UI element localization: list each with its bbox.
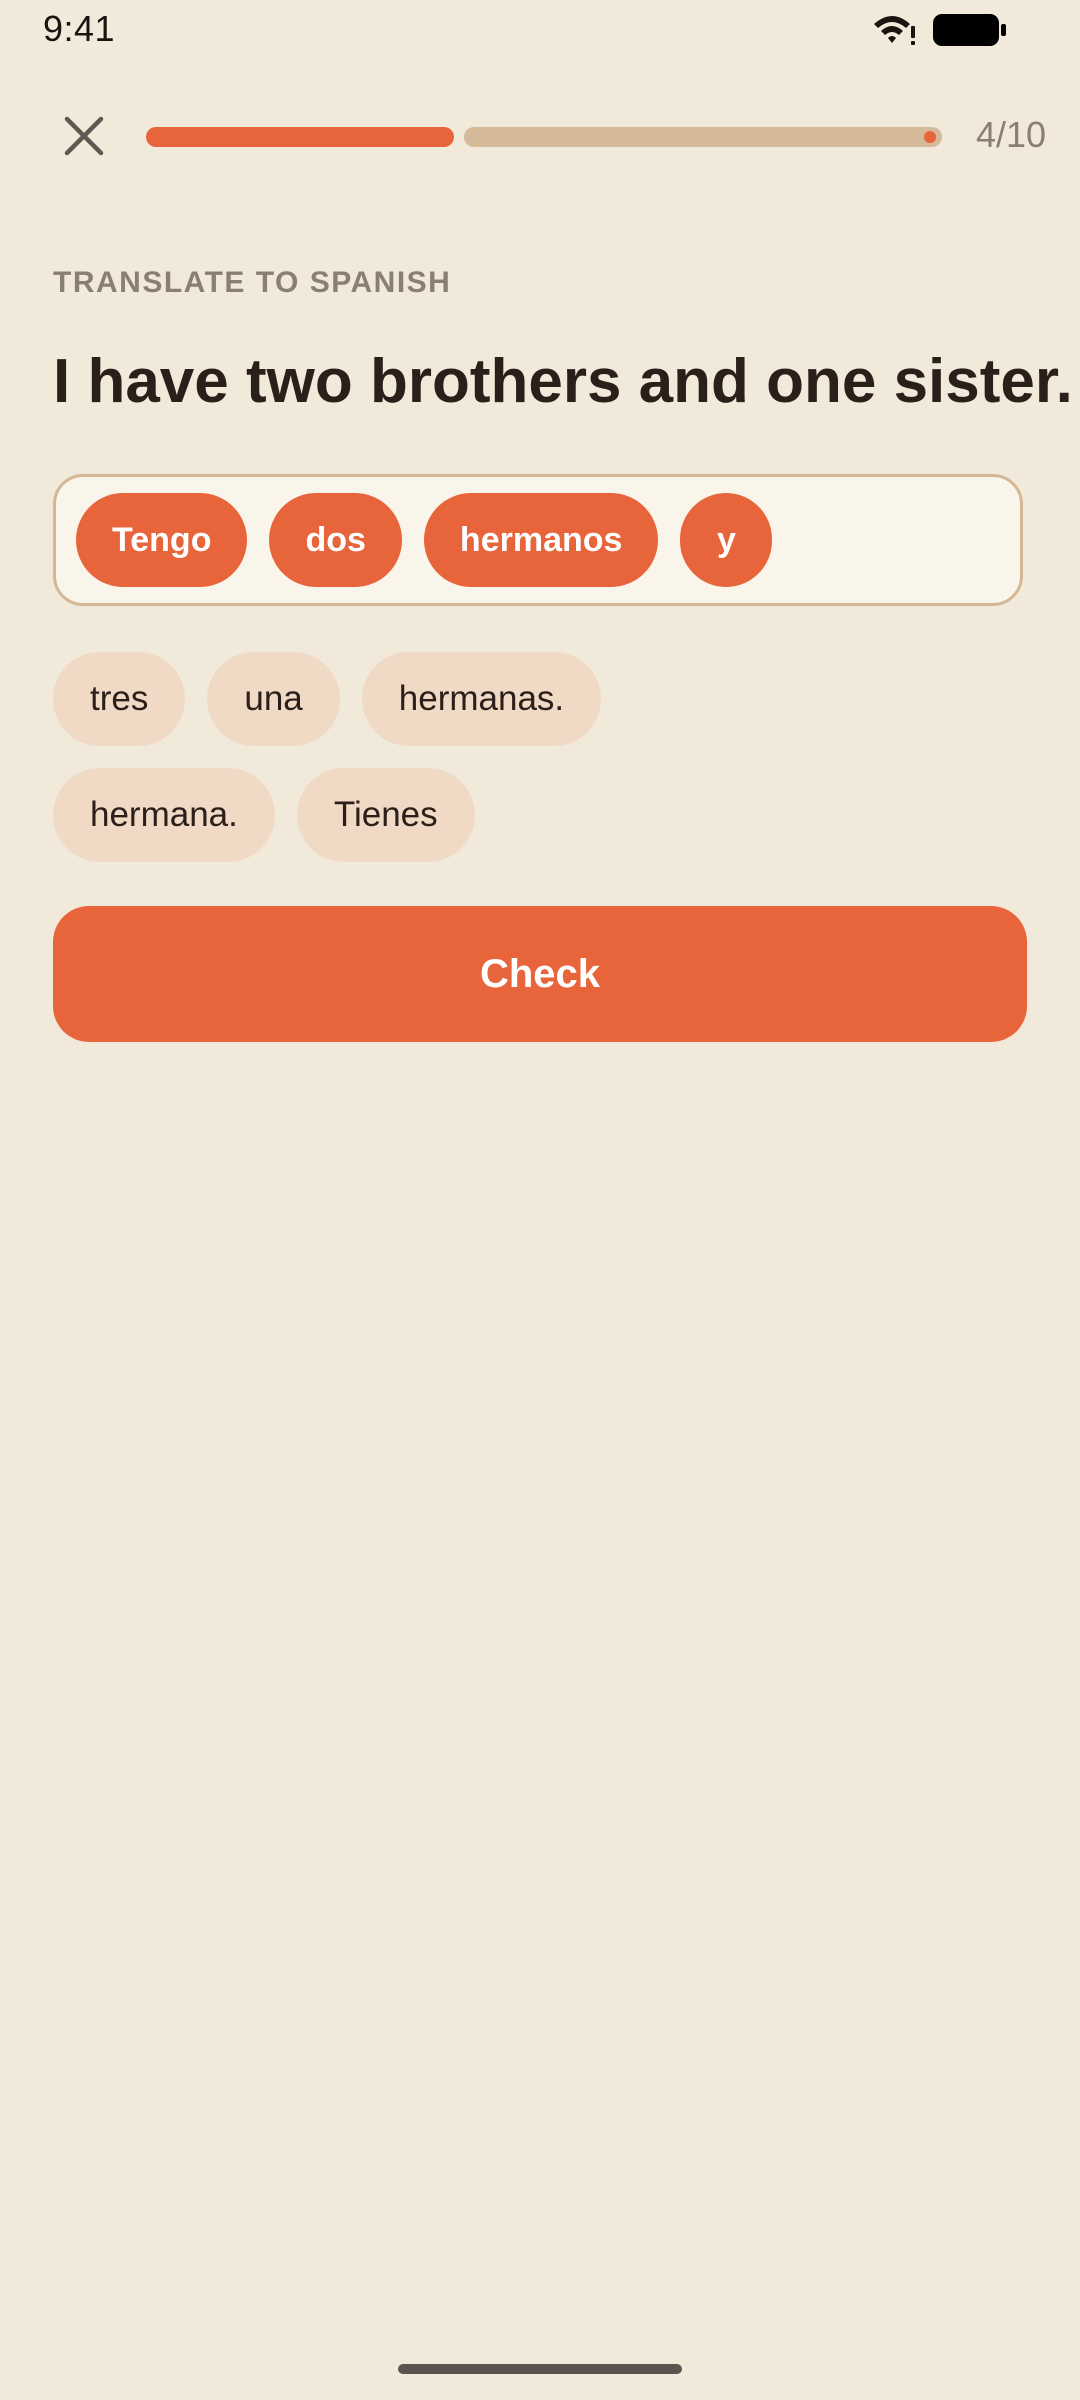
source-sentence: I have two brothers and one sister. — [53, 347, 1073, 416]
word-bank-chip[interactable]: una — [207, 652, 340, 746]
close-icon — [64, 116, 104, 156]
word-bank-chip[interactable]: Tienes — [296, 768, 475, 862]
answer-area[interactable]: Tengo dos hermanos y — [53, 474, 1023, 606]
word-bank-chip[interactable]: tres — [53, 652, 186, 746]
selected-word-chip[interactable]: dos — [269, 493, 402, 587]
selected-word-chip[interactable]: hermanos — [423, 493, 659, 587]
progress-end-dot — [924, 131, 936, 143]
status-time: 9:41 — [43, 8, 116, 49]
word-bank-chip[interactable]: hermana. — [53, 768, 275, 862]
battery-icon — [933, 14, 1006, 46]
progress-count: 4/10 — [975, 114, 1047, 155]
word-bank-chip[interactable]: hermanas. — [361, 652, 602, 746]
progress-remaining — [464, 127, 942, 147]
lesson-progress-bar — [146, 127, 942, 147]
selected-word-chip[interactable]: y — [680, 493, 773, 587]
status-bar: 9:41 — [0, 0, 1080, 62]
word-bank: tres una hermanas. hermana. Tienes — [53, 652, 1033, 862]
home-indicator[interactable] — [398, 2364, 682, 2374]
check-button[interactable]: Check — [53, 906, 1027, 1042]
close-button[interactable] — [52, 104, 116, 168]
selected-word-chip[interactable]: Tengo — [76, 493, 248, 587]
progress-fill — [146, 127, 454, 147]
wifi-icon — [874, 16, 915, 45]
exercise-instruction: TRANSLATE TO SPANISH — [53, 266, 452, 299]
